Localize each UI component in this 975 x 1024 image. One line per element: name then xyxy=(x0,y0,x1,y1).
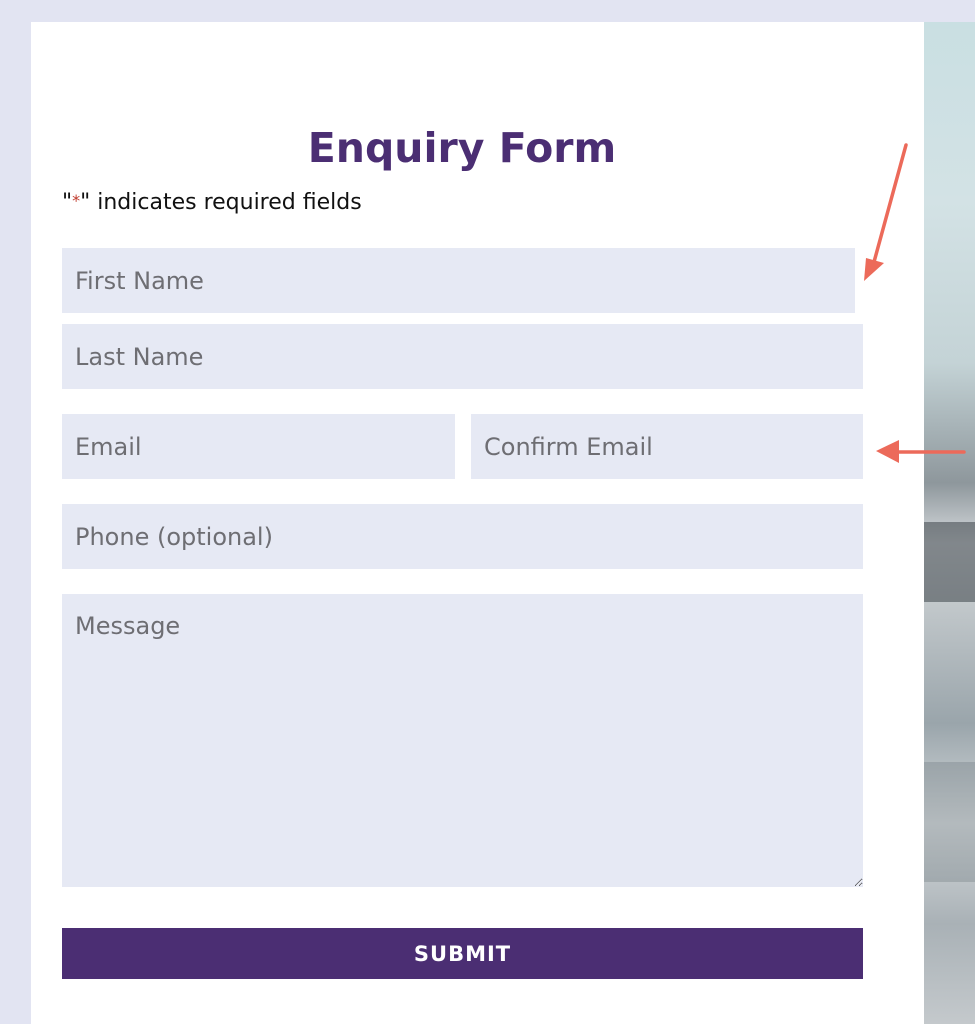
required-note-text: indicates required fields xyxy=(90,190,362,215)
required-asterisk: * xyxy=(72,191,81,210)
photo-detail xyxy=(924,522,975,602)
last-name-input[interactable] xyxy=(62,324,863,389)
photo-detail xyxy=(924,762,975,882)
quote-open: " xyxy=(62,190,73,215)
page-title: Enquiry Form xyxy=(307,124,617,172)
phone-input[interactable] xyxy=(62,504,863,569)
submit-button[interactable]: SUBMIT xyxy=(62,928,863,979)
confirm-email-input[interactable] xyxy=(471,414,863,479)
message-textarea[interactable] xyxy=(62,594,863,887)
background-photo xyxy=(924,22,975,1024)
first-name-input[interactable] xyxy=(62,248,855,313)
email-input[interactable] xyxy=(62,414,455,479)
required-fields-note: "*" indicates required fields xyxy=(62,187,362,217)
quote-close: " xyxy=(80,190,91,215)
